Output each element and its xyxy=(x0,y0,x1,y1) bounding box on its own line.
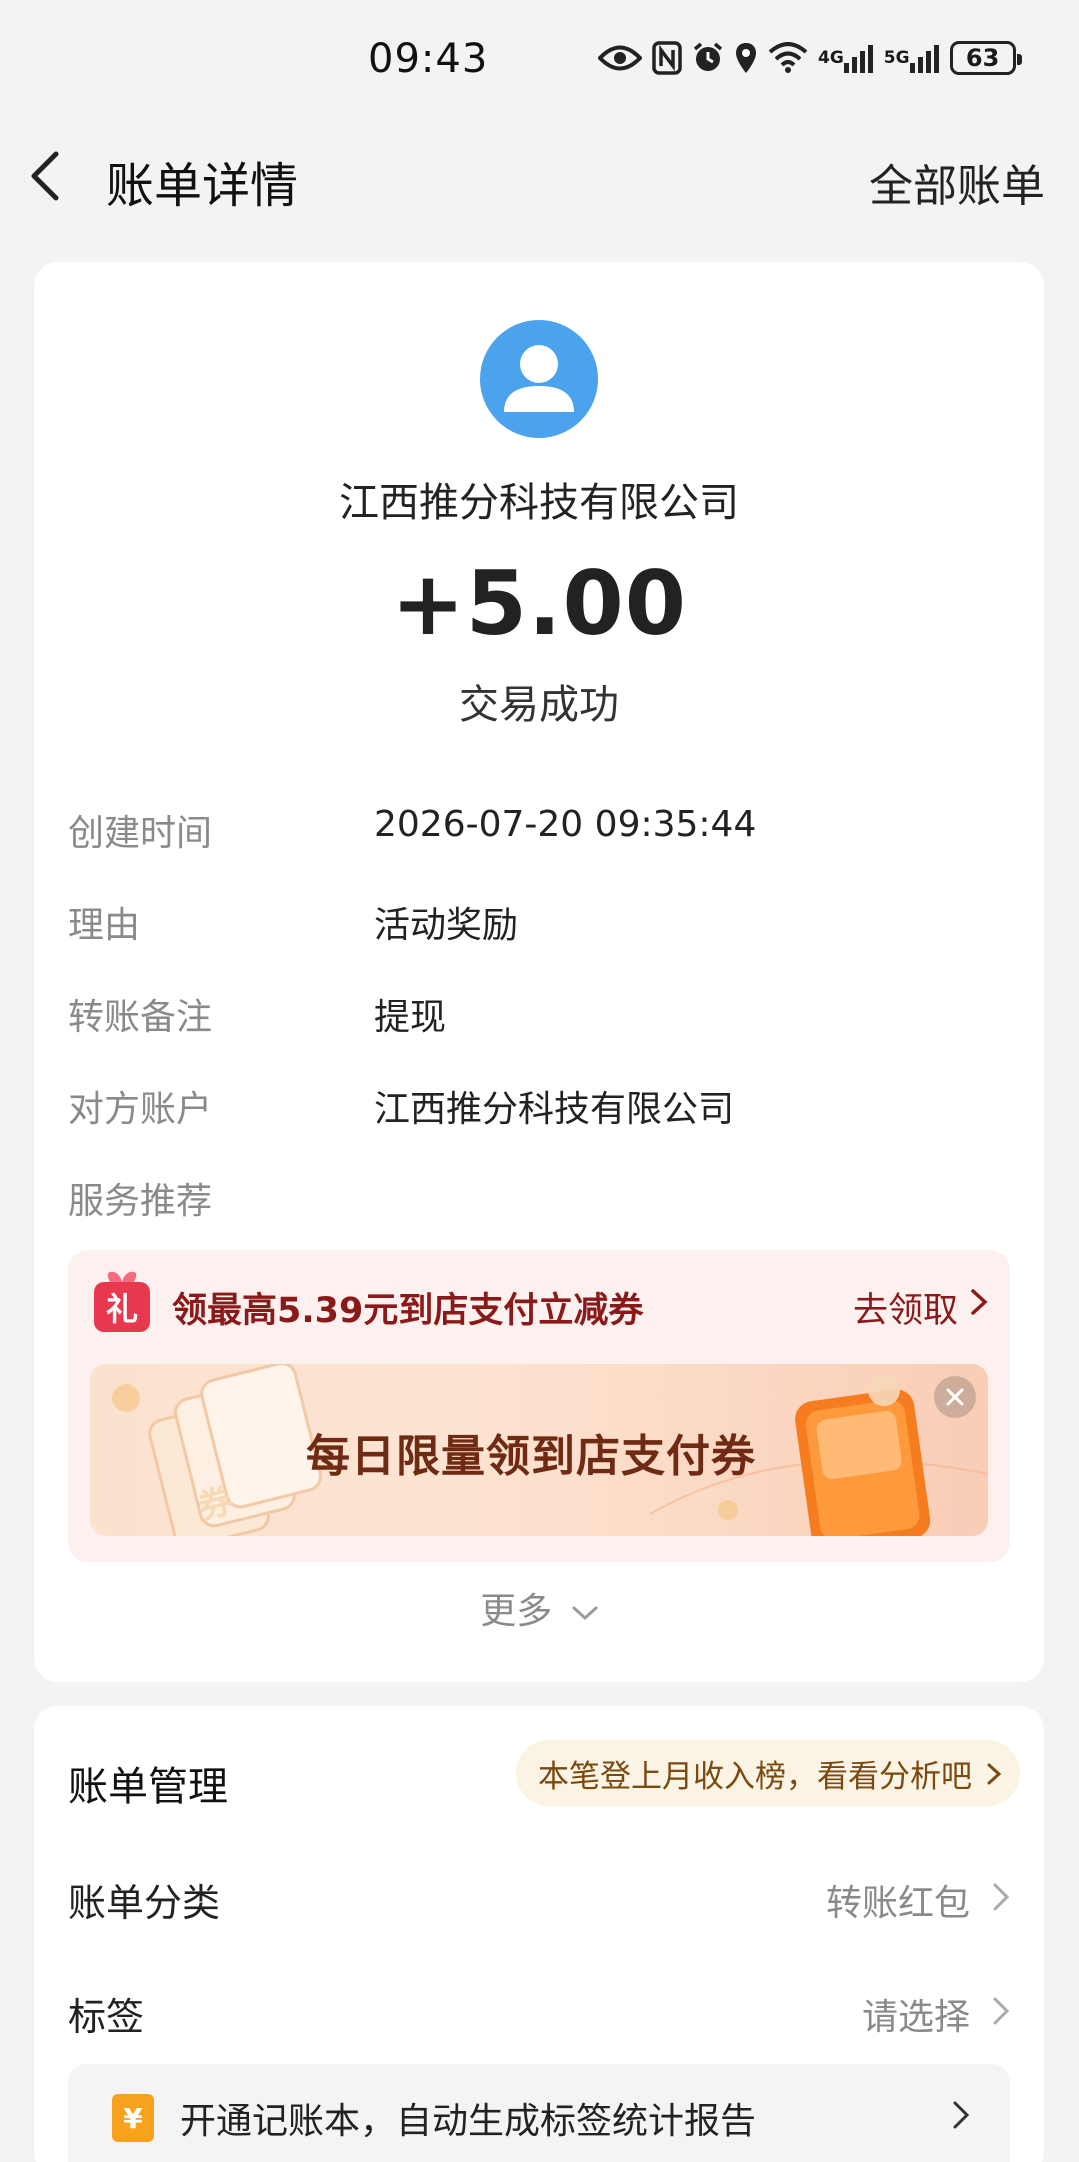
info-label: 创建时间 xyxy=(68,813,213,854)
info-row-created-time: 创建时间 2026-07-20 09:35:44 xyxy=(68,804,1008,864)
info-row-service-recommend: 服务推荐 xyxy=(68,1172,1008,1232)
chevron-right-icon xyxy=(993,1997,1010,2025)
signal-5g-icon: 5G xyxy=(884,38,940,78)
ledger-icon: ¥ xyxy=(112,2094,154,2142)
user-icon xyxy=(504,345,574,412)
category-label: 账单分类 xyxy=(68,1881,221,1925)
status-bar: 09:43 4G 5G 63 xyxy=(0,0,1079,120)
category-value: 转账红包 xyxy=(825,1883,970,1924)
merchant-name: 江西推分科技有限公司 xyxy=(339,480,739,526)
close-icon xyxy=(946,1388,964,1406)
chevron-right-icon xyxy=(993,1883,1010,1911)
bill-manage-card: 账单管理 本笔登上月收入榜，看看分析吧 账单分类 转账红包 标签 请选择 ¥ 开… xyxy=(34,1706,1044,2162)
promo-banner[interactable]: 券 每日限量领到店支付券 xyxy=(90,1364,988,1536)
manage-title: 账单管理 xyxy=(68,1764,228,1810)
trade-status: 交易成功 xyxy=(459,682,619,728)
promo-section[interactable]: 礼 领最高5.39元到店支付立减券 去领取 券 每日限量领到店支付券 xyxy=(68,1250,1010,1562)
info-value: 2026-07-20 09:35:44 xyxy=(374,804,757,845)
wifi-icon xyxy=(768,38,808,78)
info-value: 活动奖励 xyxy=(374,905,519,946)
chevron-down-icon xyxy=(572,1606,598,1621)
ledger-text: 开通记账本，自动生成标签统计报告 xyxy=(180,2101,757,2142)
tag-value: 请选择 xyxy=(861,1997,970,2038)
signal-4g-icon: 4G xyxy=(818,38,874,78)
claim-link[interactable]: 去领取 xyxy=(853,1282,958,1333)
info-label: 转账备注 xyxy=(68,997,213,1038)
more-label: 更多 xyxy=(480,1591,553,1632)
promo-text: 领最高5.39元到店支付立减券 xyxy=(172,1291,644,1331)
net-4g-label: 4G xyxy=(818,47,844,68)
svg-text:礼: 礼 xyxy=(106,1290,138,1328)
info-label: 服务推荐 xyxy=(68,1181,213,1222)
location-icon xyxy=(734,38,758,78)
close-button[interactable] xyxy=(934,1376,976,1418)
alarm-icon xyxy=(692,38,724,78)
banner-text: 每日限量领到店支付券 xyxy=(306,1431,756,1482)
net-5g-label: 5G xyxy=(883,47,910,68)
gift-icon: 礼 xyxy=(90,1268,154,1336)
nfc-icon xyxy=(652,38,682,78)
tag-label: 标签 xyxy=(68,1995,145,2039)
income-rank-pill[interactable]: 本笔登上月收入榜，看看分析吧 xyxy=(516,1740,1020,1806)
status-icons: 4G 5G 63 xyxy=(598,38,1022,78)
chevron-right-icon xyxy=(971,1289,988,1315)
chevron-left-icon xyxy=(31,151,59,201)
info-value: 提现 xyxy=(374,997,447,1038)
bill-amount: +5.00 xyxy=(391,552,687,655)
info-row-reason: 理由 活动奖励 xyxy=(68,896,1008,956)
info-label: 理由 xyxy=(68,905,141,946)
info-row-transfer-note: 转账备注 提现 xyxy=(68,988,1008,1048)
chevron-right-icon xyxy=(987,1763,1002,1785)
info-label: 对方账户 xyxy=(68,1089,213,1130)
tag-row[interactable]: 标签 请选择 xyxy=(68,1986,1010,2046)
pill-text: 本笔登上月收入榜，看看分析吧 xyxy=(538,1758,972,1795)
battery-icon: 63 xyxy=(949,41,1022,75)
more-toggle[interactable]: 更多 xyxy=(34,1582,1044,1634)
bill-detail-card: 江西推分科技有限公司 +5.00 交易成功 创建时间 2026-07-20 09… xyxy=(34,262,1044,1682)
merchant-avatar xyxy=(480,320,598,438)
info-row-counterparty: 对方账户 江西推分科技有限公司 xyxy=(68,1080,1008,1140)
eye-icon xyxy=(598,38,642,78)
nav-bar: 账单详情 全部账单 xyxy=(0,130,1079,220)
all-bills-link[interactable]: 全部账单 xyxy=(869,150,1045,214)
info-value: 江西推分科技有限公司 xyxy=(374,1089,735,1130)
bill-category-row[interactable]: 账单分类 转账红包 xyxy=(68,1872,1010,1932)
open-ledger-banner[interactable]: ¥ 开通记账本，自动生成标签统计报告 xyxy=(68,2064,1010,2162)
page-title: 账单详情 xyxy=(106,158,299,214)
status-time: 09:43 xyxy=(368,36,489,82)
chevron-right-icon xyxy=(953,2101,970,2129)
back-button[interactable] xyxy=(28,148,78,204)
